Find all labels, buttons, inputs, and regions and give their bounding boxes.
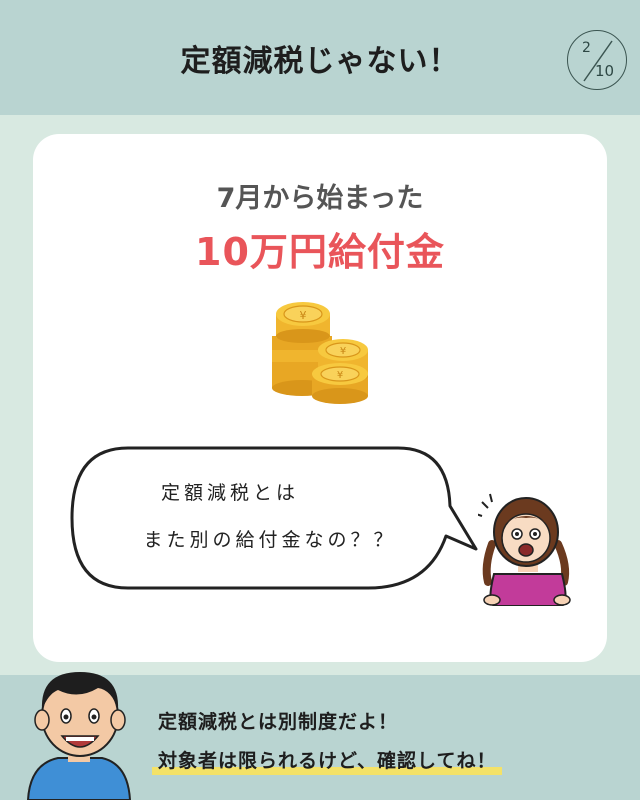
page-total: 10 — [595, 62, 615, 80]
svg-text:¥: ¥ — [300, 309, 307, 322]
page-indicator: 2 10 — [567, 30, 627, 90]
card-title: 10万円給付金 — [195, 230, 445, 274]
card-subtitle: 7月から始まった — [216, 183, 424, 214]
svg-text:¥: ¥ — [340, 346, 346, 357]
page-title: 定額減税じゃない！ — [180, 43, 460, 79]
slash-divider — [583, 40, 613, 82]
surprised-girl-illustration — [478, 493, 571, 606]
speech-bubble — [70, 446, 478, 590]
coin-stack-right: ¥ ¥ — [312, 339, 368, 404]
svg-text:¥: ¥ — [337, 370, 343, 381]
page-current: 2 — [582, 40, 591, 56]
footer-text-line1: 定額減税とは別制度だよ！ — [158, 711, 399, 733]
yen-coins-illustration: ¥ ¥ ¥ — [272, 302, 368, 404]
smiling-boy-illustration — [26, 672, 132, 800]
bubble-text-line1: 定額減税とは — [160, 482, 299, 504]
bubble-text-line2: また別の給付金なの？？ — [143, 529, 397, 551]
footer-text-line2: 対象者は限られるけど、確認してね！ — [152, 746, 503, 775]
